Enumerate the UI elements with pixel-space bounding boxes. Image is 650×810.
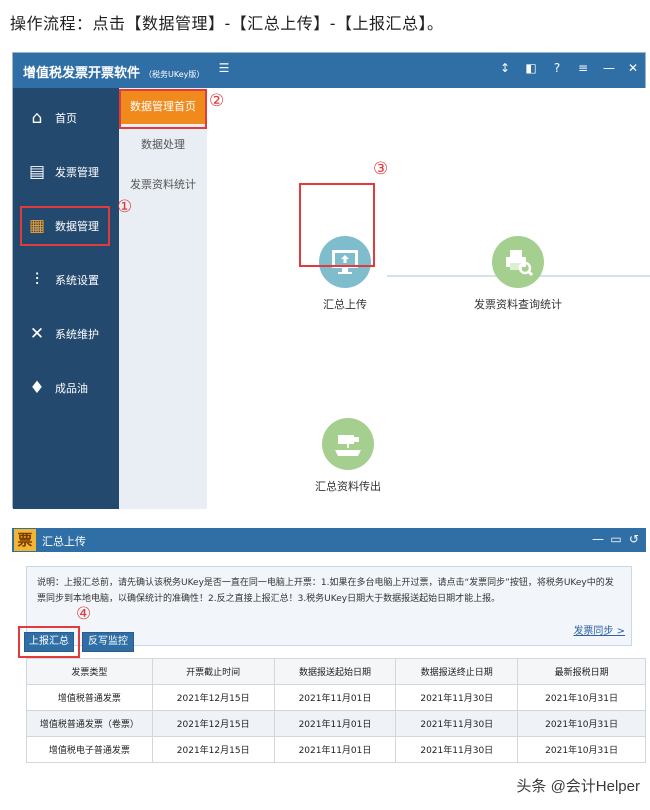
invoice-app-icon: 票 xyxy=(14,529,36,551)
sidebar-item-label: 发票管理 xyxy=(55,166,99,179)
invoice-sync-link[interactable]: 发票同步 > xyxy=(573,622,625,637)
sidebar-item-system-settings[interactable]: ⫶ 系统设置 xyxy=(13,260,119,300)
restore-icon[interactable]: ◧ xyxy=(523,61,539,75)
upload-notice-text: 说明：上报汇总前，请先确认该税务UKey是否一直在同一电脑上开票：1.如果在多台… xyxy=(37,578,614,604)
sidebar-item-home[interactable]: ⌂ 首页 xyxy=(13,98,119,138)
summary-export-label: 汇总资料传出 xyxy=(315,480,381,493)
table-cell: 2021年10月31日 xyxy=(517,736,646,763)
annotation-marker-3: ③ xyxy=(373,159,389,179)
table-cell: 增值税普通发票 xyxy=(26,684,153,711)
table-cell: 2021年12月15日 xyxy=(151,736,275,763)
table-cell: 2021年11月01日 xyxy=(273,684,397,711)
pin-icon[interactable]: ↕ xyxy=(497,61,513,75)
sliders-icon: ⫶ xyxy=(34,270,40,290)
annotation-box-step2 xyxy=(119,89,207,129)
printer-search-icon xyxy=(492,236,544,288)
annotation-marker-4: ④ xyxy=(76,604,92,624)
app-title-text: 增值税发票开票软件 xyxy=(23,66,141,81)
table-cell: 2021年12月15日 xyxy=(151,710,275,737)
sub-navigation: 数据管理首页 数据处理 发票资料统计 xyxy=(119,88,207,509)
watermark: 头条 @会计Helper xyxy=(516,778,640,795)
invoice-query-stats-label: 发票资料查询统计 xyxy=(474,298,562,311)
summary-upload-label: 汇总上传 xyxy=(323,298,367,311)
app-titlebar: 增值税发票开票软件 （税务UKey版） ☰ ↕ ◧ ? ≡ — ✕ xyxy=(13,53,645,88)
table-cell: 增值税电子普通发票 xyxy=(26,736,153,763)
close-icon[interactable]: ✕ xyxy=(625,61,641,75)
column-header: 发票类型 xyxy=(26,658,153,685)
usb-export-icon xyxy=(322,418,374,470)
annotation-marker-1: ① xyxy=(117,197,133,217)
table-cell: 2021年11月01日 xyxy=(273,710,397,737)
oil-icon: ♦ xyxy=(29,378,45,398)
data-management-home: 汇总上传 发票资料查询统计 汇总资料传出 xyxy=(207,88,650,509)
column-header: 最新报税日期 xyxy=(517,658,646,685)
upload-window-title: 汇总上传 xyxy=(42,535,86,548)
sidebar-item-label: 系统维护 xyxy=(55,328,99,341)
sidebar-item-label: 首页 xyxy=(55,112,77,125)
printer-icon: ▤ xyxy=(28,162,46,182)
table-cell: 2021年11月30日 xyxy=(395,710,519,737)
table-cell: 2021年11月30日 xyxy=(395,736,519,763)
sidebar-item-system-maintenance[interactable]: ✕ 系统维护 xyxy=(13,314,119,354)
invoice-query-stats-button[interactable]: 发票资料查询统计 xyxy=(471,236,565,312)
annotation-marker-2: ② xyxy=(209,91,225,111)
annotation-box-step1 xyxy=(20,206,110,246)
annotation-box-step3 xyxy=(299,183,375,267)
tools-icon: ✕ xyxy=(29,324,45,344)
sidebar-item-invoice-management[interactable]: ▤ 发票管理 xyxy=(13,152,119,192)
summary-upload-window: 票 汇总上传 — ▭ ↺ 说明：上报汇总前，请先确认该税务UKey是否一直在同一… xyxy=(12,528,646,810)
table-cell: 2021年10月31日 xyxy=(517,710,646,737)
column-header: 数据报送终止日期 xyxy=(395,658,519,685)
maximize-icon[interactable]: ▭ xyxy=(608,532,624,546)
table-cell: 2021年11月30日 xyxy=(395,684,519,711)
app-title: 增值税发票开票软件 （税务UKey版） xyxy=(23,62,204,81)
table-cell: 2021年12月15日 xyxy=(151,684,275,711)
collapse-menu-icon[interactable]: ☰ xyxy=(216,61,232,75)
home-icon: ⌂ xyxy=(31,108,43,128)
upload-window-titlebar: 票 汇总上传 — ▭ ↺ xyxy=(12,528,646,552)
table-row[interactable]: 增值税普通发票 2021年12月15日 2021年11月01日 2021年11月… xyxy=(26,684,646,711)
upload-data-table: 发票类型 开票截止时间 数据报送起始日期 数据报送终止日期 最新报税日期 增值税… xyxy=(26,658,646,763)
table-cell: 2021年10月31日 xyxy=(517,684,646,711)
main-sidebar: ⌂ 首页 ▤ 发票管理 ▦ 数据管理 ⫶ 系统设置 ✕ 系统维护 ♦ 成品油 xyxy=(13,88,119,509)
minimize-icon[interactable]: — xyxy=(590,532,606,546)
back-icon[interactable]: ↺ xyxy=(626,532,642,546)
sidebar-item-label: 成品油 xyxy=(55,382,88,395)
sidebar-item-oil-products[interactable]: ♦ 成品油 xyxy=(13,368,119,408)
summary-export-button[interactable]: 汇总资料传出 xyxy=(315,418,381,494)
main-app-window: 增值税发票开票软件 （税务UKey版） ☰ ↕ ◧ ? ≡ — ✕ ⌂ 首页 ▤ … xyxy=(12,52,650,509)
help-icon[interactable]: ? xyxy=(549,61,565,75)
table-row[interactable]: 增值税普通发票（卷票） 2021年12月15日 2021年11月01日 2021… xyxy=(26,710,646,737)
column-header: 数据报送起始日期 xyxy=(273,658,397,685)
column-header: 开票截止时间 xyxy=(151,658,275,685)
minimize-icon[interactable]: — xyxy=(601,61,617,75)
table-row[interactable]: 增值税电子普通发票 2021年12月15日 2021年11月01日 2021年1… xyxy=(26,736,646,763)
table-cell: 增值税普通发票（卷票） xyxy=(26,710,153,737)
sidebar-item-label: 系统设置 xyxy=(55,274,99,287)
writeback-monitor-button[interactable]: 反写监控 xyxy=(82,632,134,652)
table-cell: 2021年11月01日 xyxy=(273,736,397,763)
instruction-caption: 操作流程：点击【数据管理】-【汇总上传】-【上报汇总】。 xyxy=(10,14,444,33)
menu-icon[interactable]: ≡ xyxy=(575,61,591,75)
table-header-row: 发票类型 开票截止时间 数据报送起始日期 数据报送终止日期 最新报税日期 xyxy=(26,658,646,685)
app-subtitle: （税务UKey版） xyxy=(144,70,205,79)
annotation-box-step4 xyxy=(18,626,80,658)
subnav-item-data-processing[interactable]: 数据处理 xyxy=(119,128,207,162)
